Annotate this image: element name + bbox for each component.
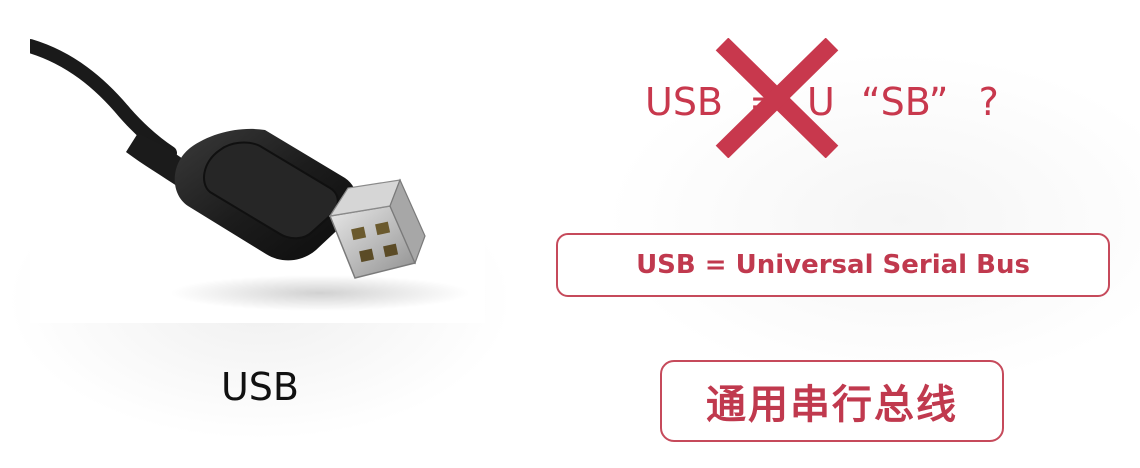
chinese-name-text: 通用串行总线 [706,382,958,428]
usb-plug-image [30,38,485,323]
full-name-text: USB = Universal Serial Bus [636,250,1030,280]
usb-caption: USB [220,365,299,409]
full-name-box: USB = Universal Serial Bus [556,233,1110,297]
chinese-name-box: 通用串行总线 [660,360,1004,442]
wrong-guess-question: ? [978,80,999,124]
wrong-guess-sb: “SB” [860,80,949,124]
usb-plug-icon [30,39,470,311]
cross-mark-icon [715,38,839,158]
